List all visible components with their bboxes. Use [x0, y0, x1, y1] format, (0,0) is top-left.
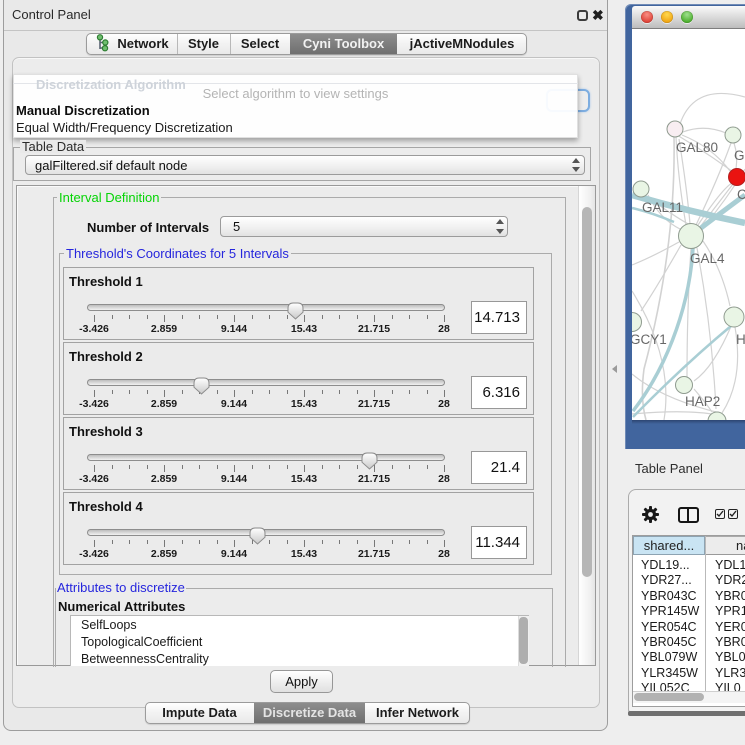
svg-text:G.: G. [734, 148, 745, 163]
svg-text:C: C [737, 187, 745, 202]
svg-text:GAL80: GAL80 [676, 140, 718, 155]
svg-text:H: H [736, 332, 745, 347]
svg-text:GAL4: GAL4 [690, 251, 725, 266]
svg-text:GCY1: GCY1 [632, 332, 667, 347]
svg-text:HAP2: HAP2 [685, 394, 720, 409]
svg-text:GAL11: GAL11 [642, 200, 683, 215]
